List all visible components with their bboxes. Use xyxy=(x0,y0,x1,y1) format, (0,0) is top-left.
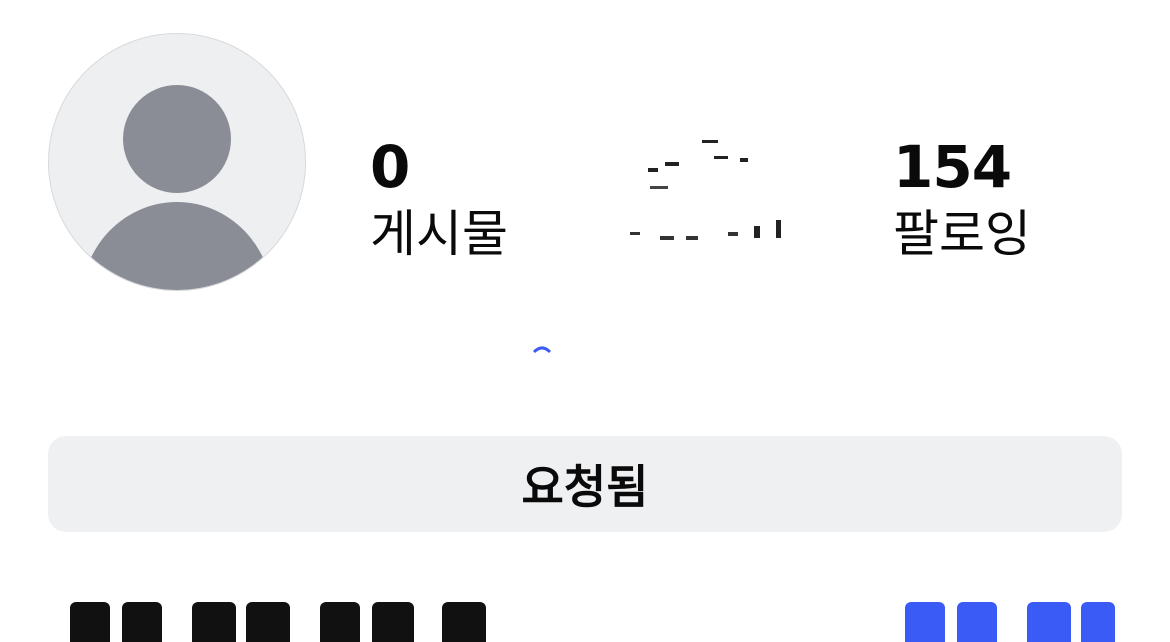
profile-avatar[interactable] xyxy=(48,33,306,291)
posts-count: 0 xyxy=(370,133,410,201)
requested-label: 요청됨 xyxy=(521,460,649,514)
posts-stat[interactable]: 0 게시물 xyxy=(370,132,508,266)
posts-label: 게시물 xyxy=(370,205,508,263)
redaction-marks xyxy=(630,140,781,240)
default-avatar-icon xyxy=(81,85,273,290)
partial-link-mark xyxy=(532,346,552,354)
following-stat[interactable]: 154 팔로잉 xyxy=(893,132,1031,266)
cutoff-section-row xyxy=(0,602,1170,642)
following-label: 팔로잉 xyxy=(893,205,1031,263)
followers-stat[interactable] xyxy=(630,128,800,268)
following-count: 154 xyxy=(893,133,1012,201)
requested-button[interactable]: 요청됨 xyxy=(48,436,1122,532)
